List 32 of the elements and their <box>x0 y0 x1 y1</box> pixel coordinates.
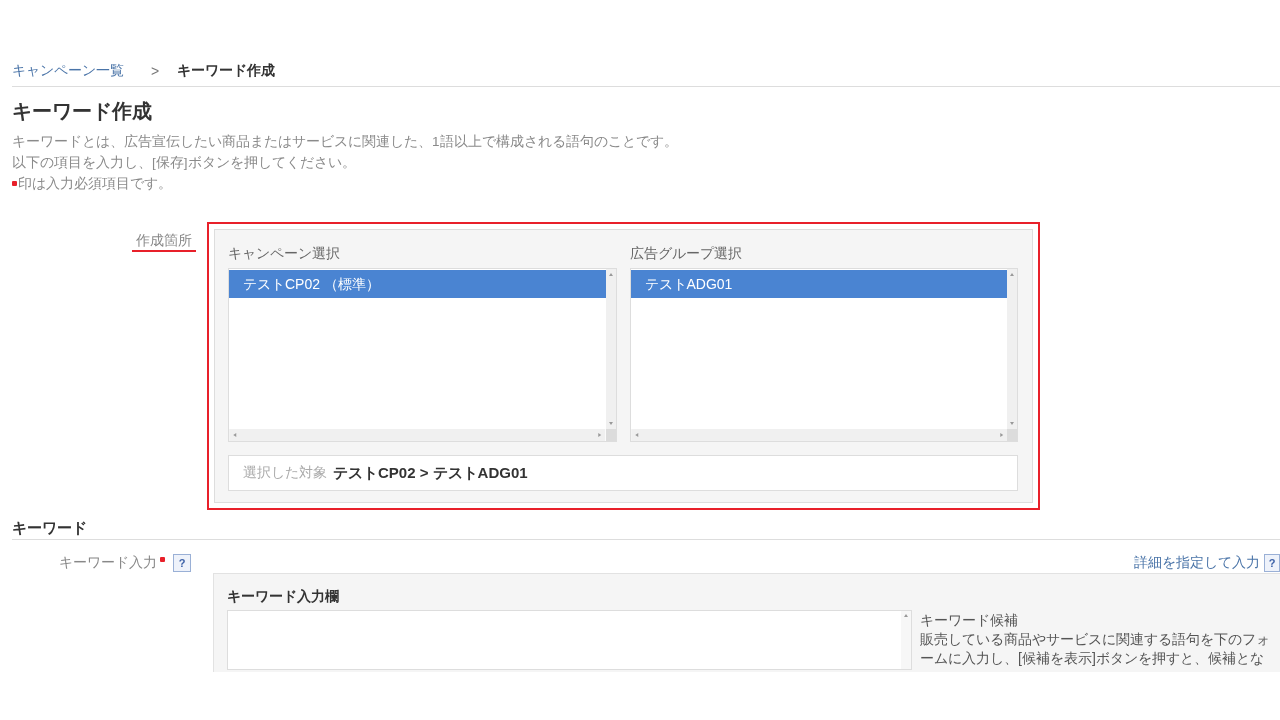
field-label: 作成箇所 <box>132 230 196 252</box>
vertical-scrollbar[interactable] <box>901 611 911 669</box>
breadcrumb-link[interactable]: キャンペーン一覧 <box>12 62 124 80</box>
selected-target-label: 選択した対象 <box>243 464 327 482</box>
page-title: キーワード作成 <box>12 99 153 124</box>
candidates-description: 販売している商品やサービスに関連する語句を下のフォームに入力し、[候補を表示]ボタンを押すと、候補とな <box>920 630 1271 668</box>
scrollbar-corner <box>1007 429 1017 441</box>
breadcrumb-separator: > <box>151 63 160 79</box>
horizontal-scrollbar[interactable] <box>229 429 606 441</box>
vertical-scrollbar[interactable] <box>605 269 616 429</box>
description-text: キーワードとは、広告宣伝したい商品またはサービスに関連した、1語以上で構成される語句のことです。 <box>12 133 678 151</box>
list-label: 広告グループ選択 <box>629 244 743 263</box>
scrollbar-corner <box>605 429 616 441</box>
candidates-title: キーワード候補 <box>920 611 1019 630</box>
detail-input-link[interactable]: 詳細を指定して入力 <box>1134 553 1260 572</box>
list-label: キャンペーン選択 <box>228 244 341 263</box>
vertical-scrollbar[interactable] <box>1007 269 1017 429</box>
listbox[interactable]: テストADG01 <box>629 268 1018 442</box>
keyword-input-field[interactable] <box>227 610 912 670</box>
field-label: キーワード入力 <box>59 553 157 572</box>
listbox[interactable]: テストCP02 （標準） <box>228 268 617 442</box>
horizontal-scrollbar[interactable] <box>630 429 1007 441</box>
description-text: 印は入力必須項目です。 <box>18 175 172 193</box>
panel-title: キーワード入力欄 <box>227 587 340 606</box>
list-item[interactable]: テストADG01 <box>630 270 1007 298</box>
section-heading: キーワード <box>12 516 1280 540</box>
help-button[interactable]: ? <box>173 553 191 572</box>
help-button[interactable]: ? <box>1264 553 1280 572</box>
selected-target-value: テストCP02 > テストADG01 <box>333 463 528 483</box>
breadcrumb-current: キーワード作成 <box>177 62 276 80</box>
description-text: 以下の項目を入力し、[保存]ボタンを押してください。 <box>12 154 356 172</box>
list-item[interactable]: テストCP02 （標準） <box>229 270 606 298</box>
